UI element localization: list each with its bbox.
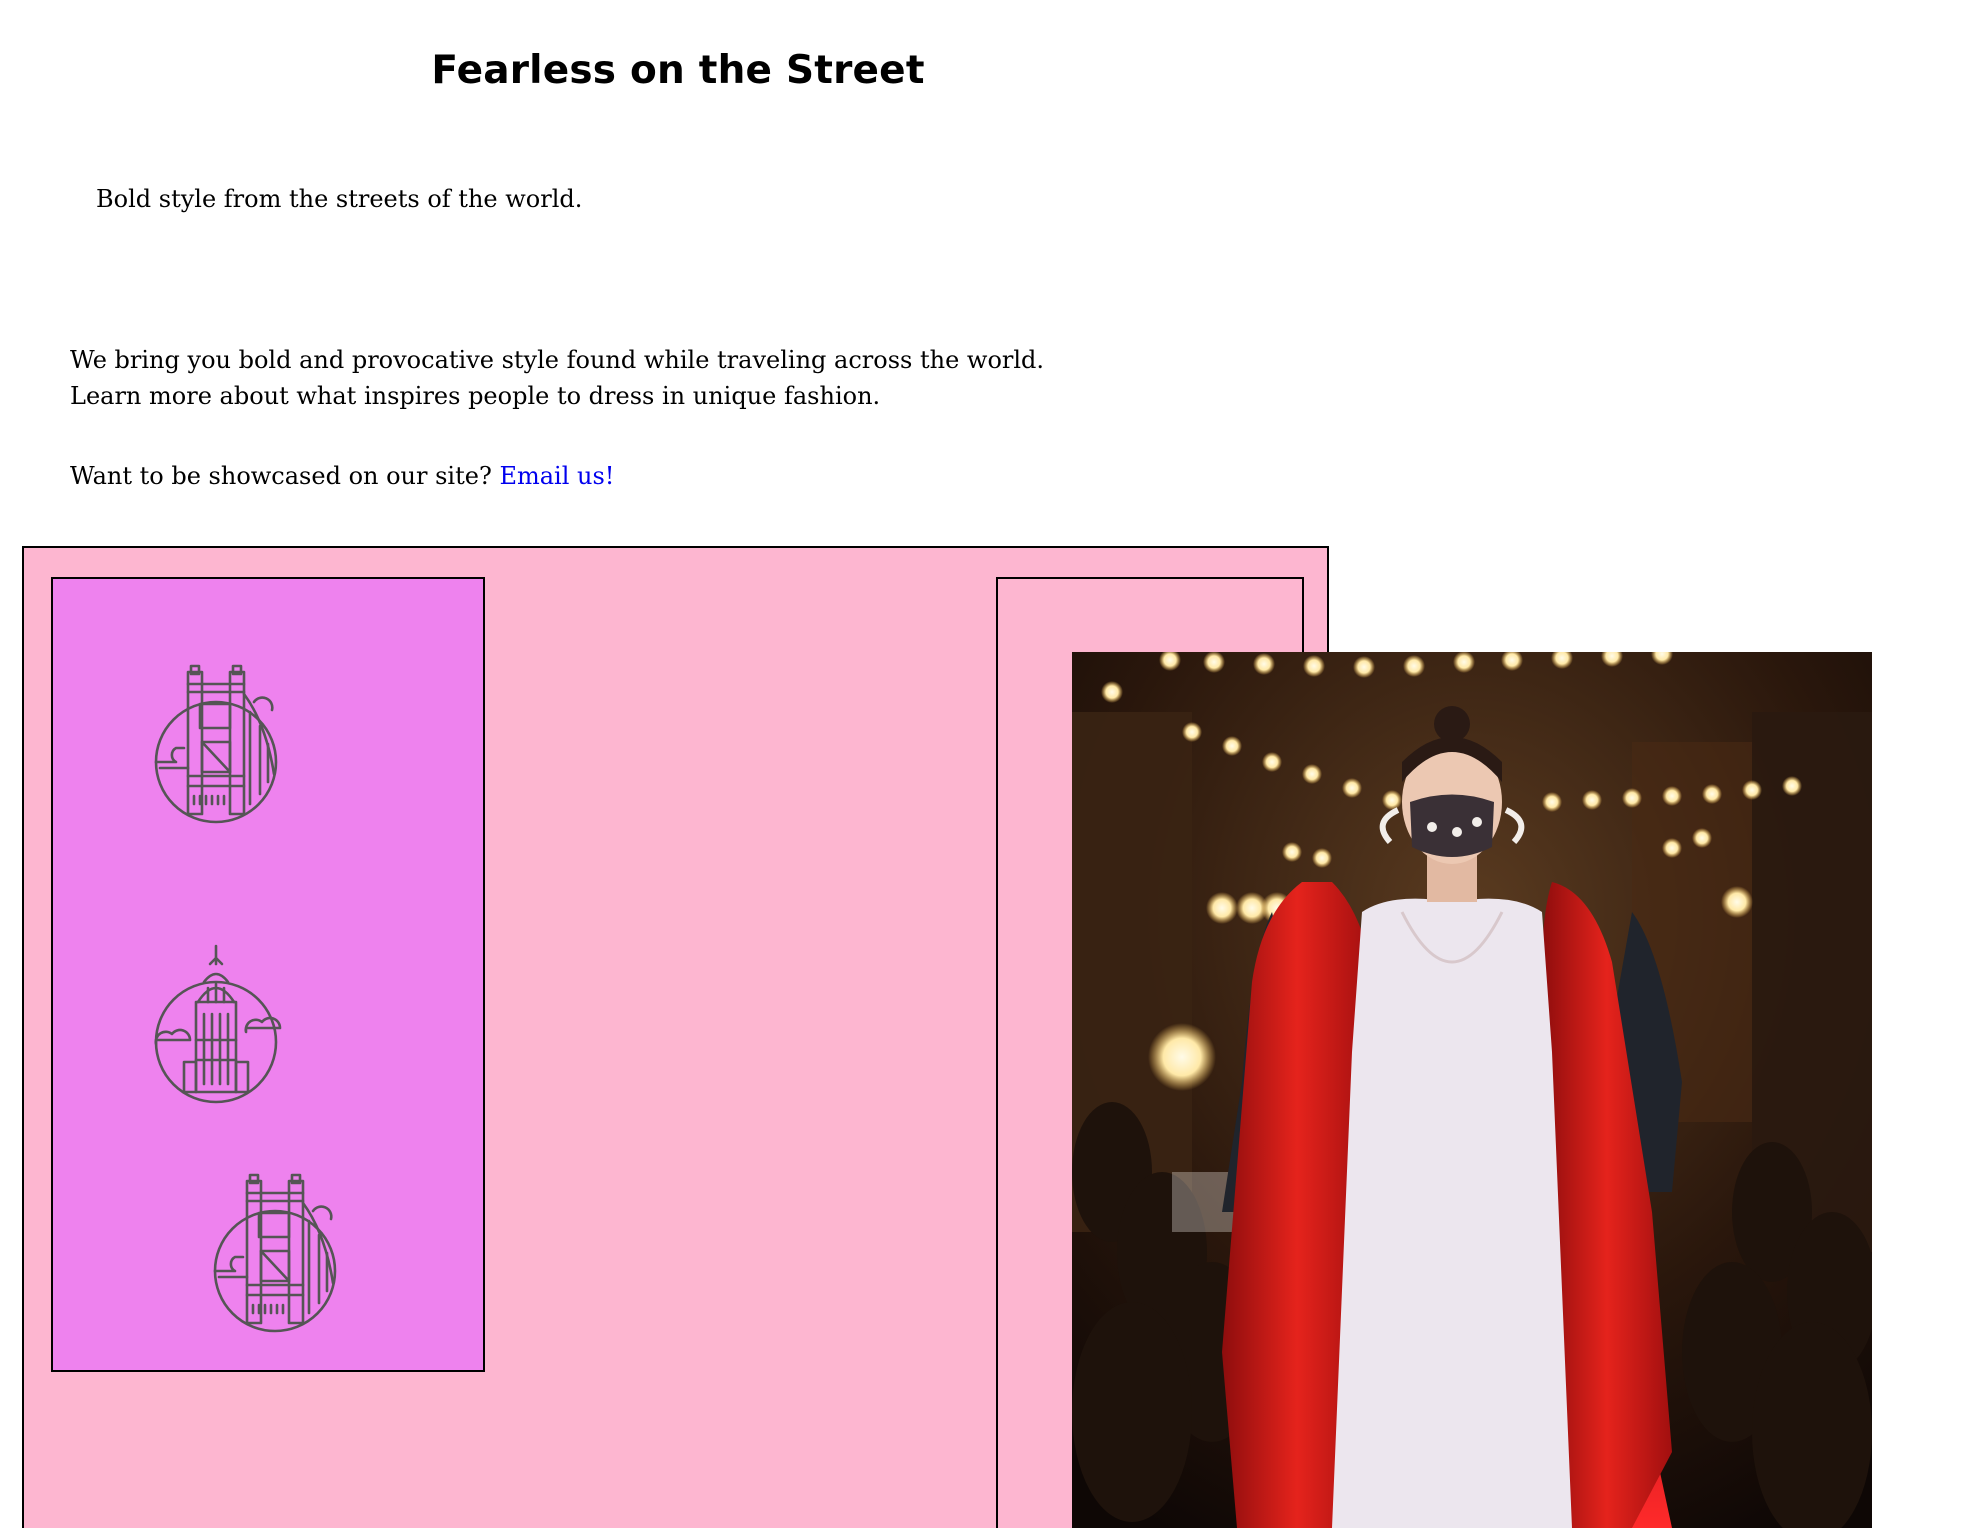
bridge-icon — [154, 664, 284, 824]
page-title: Fearless on the Street — [431, 48, 925, 93]
tagline: Bold style from the streets of the world… — [96, 185, 583, 213]
runway-model-photo — [1072, 652, 1872, 1528]
skyscraper-icon — [154, 944, 284, 1104]
page: Fearless on the Street Bold style from t… — [0, 0, 1974, 1528]
showcase-cta: Want to be showcased on our site? Email … — [70, 462, 614, 490]
intro-paragraph: We bring you bold and provocative style … — [70, 342, 1044, 414]
icon-panel — [51, 577, 485, 1372]
email-us-link[interactable]: Email us! — [499, 462, 614, 490]
bridge-icon — [213, 1173, 343, 1333]
intro-line-2: Learn more about what inspires people to… — [70, 382, 881, 410]
intro-line-1: We bring you bold and provocative style … — [70, 346, 1045, 374]
cta-text: Want to be showcased on our site? — [70, 462, 492, 490]
